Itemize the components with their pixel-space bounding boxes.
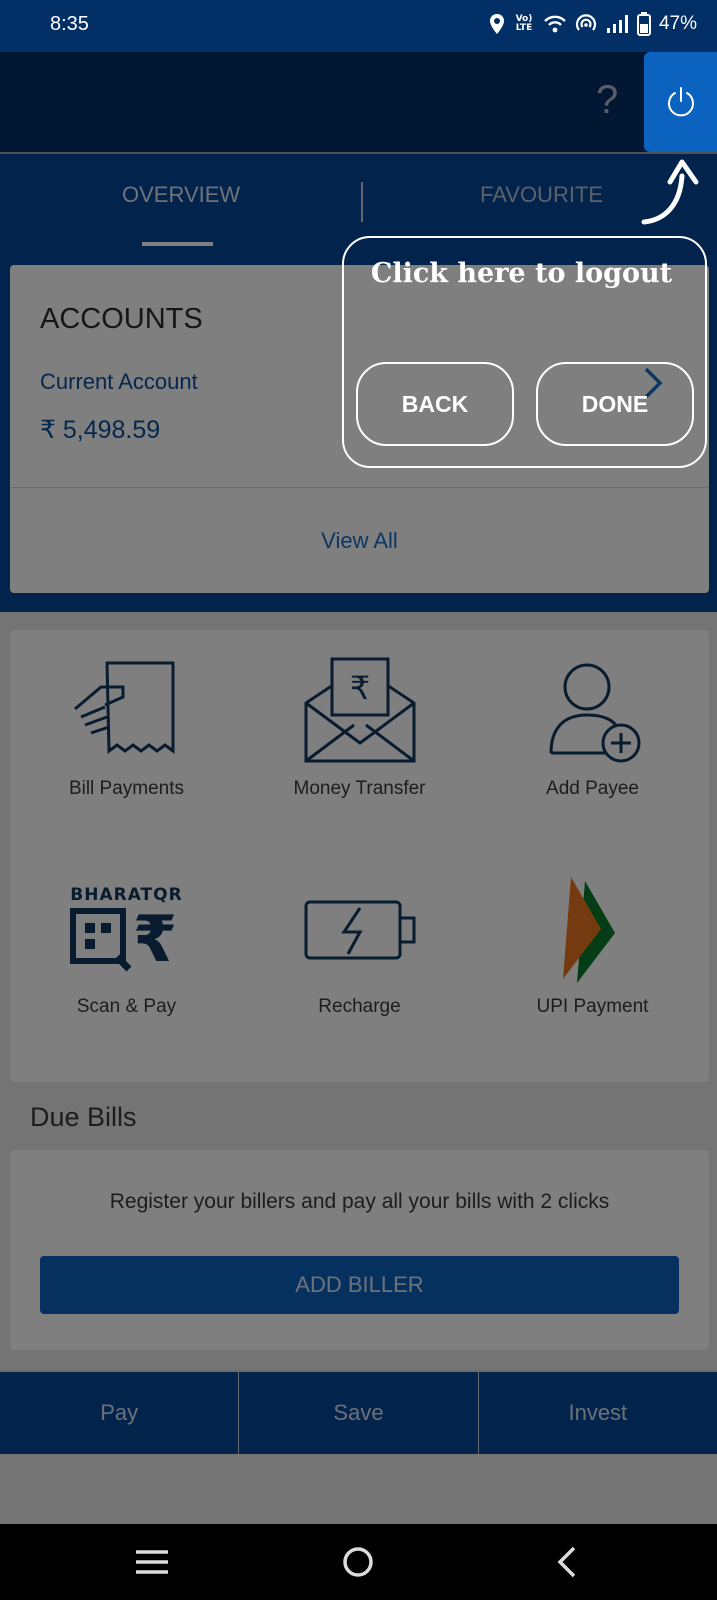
home-icon[interactable] bbox=[338, 1542, 378, 1582]
tooltip-done-button[interactable]: DONE bbox=[536, 362, 694, 446]
power-icon bbox=[667, 87, 694, 117]
status-time: 8:35 bbox=[50, 13, 89, 35]
logout-highlight[interactable] bbox=[644, 52, 717, 152]
status-bar: 8:35 Vo) LTE 47% bbox=[0, 0, 717, 52]
signal-icon bbox=[606, 15, 628, 33]
location-icon bbox=[489, 14, 504, 34]
logout-tooltip: Click here to logout BACK DONE bbox=[342, 236, 707, 468]
battery-percent: 47% bbox=[658, 13, 697, 34]
status-icons: Vo) LTE 47% bbox=[489, 12, 697, 36]
system-nav-bar bbox=[0, 1524, 717, 1600]
tooltip-back-button[interactable]: BACK bbox=[356, 362, 514, 446]
tooltip-text: Click here to logout bbox=[370, 258, 673, 289]
recents-icon[interactable] bbox=[132, 1542, 172, 1582]
wifi-icon bbox=[544, 15, 566, 33]
back-icon[interactable] bbox=[548, 1542, 588, 1582]
battery-icon bbox=[636, 12, 651, 36]
hotspot-icon bbox=[575, 14, 597, 31]
volte-icon: Vo) LTE bbox=[515, 14, 533, 33]
pointer-arrow-icon bbox=[641, 159, 699, 225]
